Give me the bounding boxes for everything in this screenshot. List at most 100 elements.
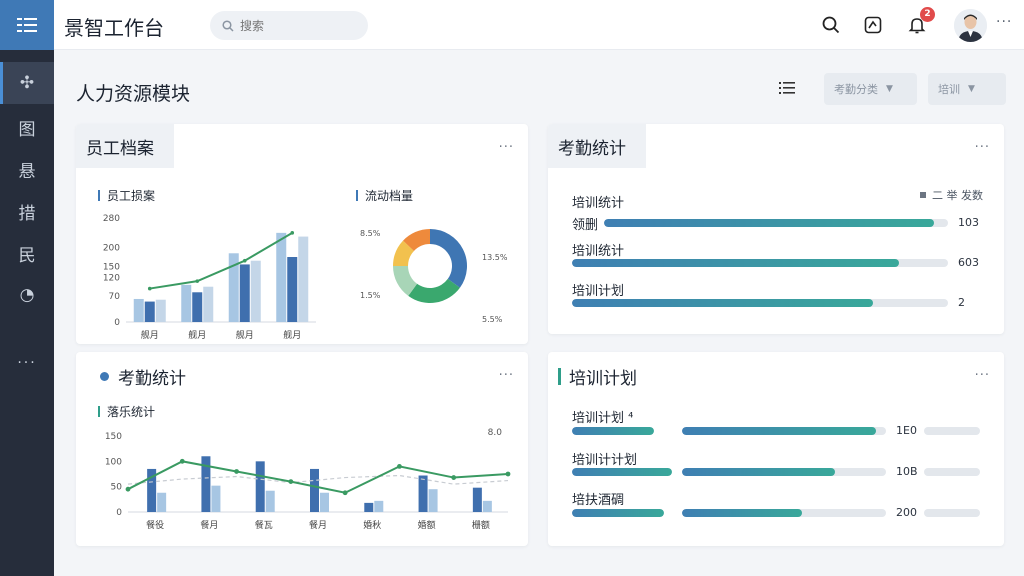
progress-label: 培训统计 <box>572 196 625 211</box>
progress-track <box>572 427 654 435</box>
bar <box>155 299 166 322</box>
line-point <box>290 231 295 235</box>
user-avatar-icon <box>954 9 987 42</box>
bar <box>144 301 155 322</box>
attendance-filter-select[interactable]: 考勤分类 ▼ <box>824 73 917 105</box>
bar <box>320 492 329 512</box>
line-point <box>288 479 294 484</box>
search-input[interactable] <box>240 18 350 33</box>
training-plan-title: 培训计划 <box>558 364 637 389</box>
progress-track <box>572 299 948 307</box>
notification-badge: 2 <box>920 7 935 22</box>
calendar-icon: 措 <box>18 203 36 224</box>
slice-label: 13.5% <box>482 253 508 262</box>
employee-archive-tab[interactable]: 员工档案 <box>76 124 174 168</box>
bar <box>287 257 298 322</box>
title-marker <box>558 368 561 385</box>
progress-track <box>604 219 948 227</box>
attendance-chart-title: 考勤统计 <box>100 364 186 389</box>
chevron-down-icon: ▼ <box>886 84 893 94</box>
page-title: 人力资源模块 <box>76 83 191 105</box>
line-point <box>125 486 131 492</box>
list-icon <box>779 82 795 94</box>
search-icon <box>222 19 234 32</box>
more-icon[interactable]: ··· <box>499 368 514 383</box>
y-tick-label: 70 <box>109 292 121 302</box>
training-item-label: 培扶酒碉 <box>572 493 625 508</box>
progress-track <box>572 468 672 476</box>
progress-label: 领删 <box>572 218 599 233</box>
line-point <box>195 279 200 283</box>
search-button[interactable] <box>820 14 842 36</box>
progress-track <box>572 509 664 517</box>
scan-button[interactable] <box>862 14 884 36</box>
list-view-button[interactable] <box>778 79 800 99</box>
more-icon[interactable]: ··· <box>975 140 990 155</box>
x-tick-label: 婚秋 <box>363 519 381 531</box>
bar <box>211 485 221 512</box>
search-box[interactable] <box>210 11 368 40</box>
clock-icon: ◔ <box>19 285 35 305</box>
progress-label: 培训统计 <box>572 244 625 259</box>
line-point <box>505 471 511 477</box>
line-point <box>242 258 247 263</box>
avatar[interactable] <box>954 9 987 42</box>
sidebar-item-dashboard[interactable]: ✣ <box>0 62 54 104</box>
x-tick-label: 舰月 <box>236 329 254 341</box>
y-tick-label: 280 <box>103 214 120 224</box>
more-menu-icon[interactable]: ··· <box>996 14 1012 30</box>
chevron-down-icon: ▼ <box>968 84 975 94</box>
bar <box>418 475 428 512</box>
progress-track <box>682 468 886 476</box>
attendance-stats-card: 考勤统计 ··· 二 举 发数 培训统计 领删 103 培训统计 603 培训计… <box>548 124 1004 334</box>
attendance-stats-tab[interactable]: 考勤统计 <box>548 124 646 168</box>
training-item-label: 培训计划 ⁴ <box>572 411 634 426</box>
more-icon[interactable]: ··· <box>499 140 514 155</box>
more-icon[interactable]: ··· <box>975 368 990 383</box>
progress-track <box>682 427 886 435</box>
training-filter-value: 培训 <box>938 83 960 96</box>
attendance-filter-value: 考勤分类 <box>834 83 878 96</box>
top-bar: 景智工作台 2 ··· <box>54 0 1024 50</box>
employee-bar-chart: 0 70 120150 200 280 舰月 舰月 舰月 舰月 <box>103 214 316 341</box>
training-filter-select[interactable]: 培训 ▼ <box>928 73 1006 105</box>
x-tick-label: 栅额 <box>472 519 490 531</box>
slice-label: 1.5% <box>360 291 381 300</box>
sidebar-item-chart[interactable]: 图 <box>0 106 54 148</box>
scan-icon <box>864 16 882 34</box>
legend: 二 举 发数 <box>920 187 983 203</box>
y-tick-label: 0 <box>114 318 120 328</box>
bar <box>203 286 214 322</box>
bar <box>428 489 438 512</box>
sidebar-item-clock[interactable]: ◔ <box>0 274 54 316</box>
bar <box>255 461 265 512</box>
bar <box>364 502 374 512</box>
sidebar: ✣ 图 悬 措 民 ◔ ··· <box>0 0 54 576</box>
y-tick-label: 50 <box>111 483 123 493</box>
line-point <box>451 475 457 480</box>
y-tick-label: 120 <box>103 273 120 283</box>
sidebar-item-more[interactable]: ··· <box>0 342 54 384</box>
progress-fill <box>572 468 672 476</box>
apps-grid-icon <box>17 18 37 32</box>
sidebar-item-list[interactable]: 悬 <box>0 148 54 190</box>
x-tick-label: 餐瓦 <box>255 519 273 531</box>
y-tick-label: 0 <box>116 508 122 518</box>
progress-track <box>924 427 980 435</box>
sidebar-item-calendar[interactable]: 措 <box>0 190 54 232</box>
apps-grid-button[interactable] <box>0 0 54 50</box>
progress-value: 103 <box>958 216 979 229</box>
attendance-chart-card: 考勤统计 ··· 落乐统计 0 50 100 150 餐役 餐月 餐瓦 餐月 婚秋 婚额 栅额 8.0 <box>76 352 528 546</box>
bar <box>276 232 287 322</box>
bar <box>192 292 203 322</box>
bar <box>239 264 250 322</box>
donut-slice <box>408 278 460 303</box>
chart-icon: 图 <box>18 119 36 140</box>
sidebar-item-people[interactable]: 民 <box>0 232 54 274</box>
list-icon: 悬 <box>18 161 36 182</box>
donut-slice <box>430 229 467 288</box>
bar <box>181 284 192 322</box>
line-point <box>342 490 348 496</box>
trend-line <box>149 231 293 290</box>
bar-chart-title: 员工损案 <box>98 187 155 204</box>
